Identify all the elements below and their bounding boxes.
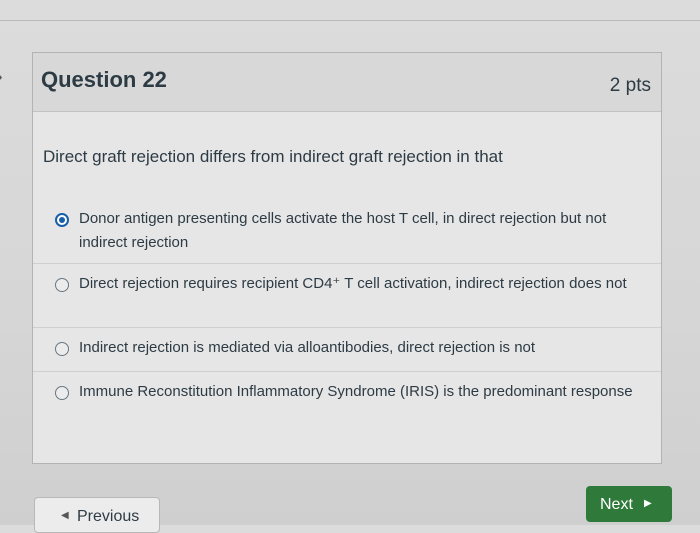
- answer-list: Donor antigen presenting cells activate …: [33, 199, 661, 449]
- answer-option-3[interactable]: Indirect rejection is mediated via alloa…: [33, 327, 661, 371]
- answer-label: Donor antigen presenting cells activate …: [79, 210, 607, 251]
- radio-icon[interactable]: [55, 386, 69, 400]
- next-button[interactable]: Next ▶: [586, 486, 672, 522]
- answer-label: Direct rejection requires recipient CD4⁺…: [79, 275, 627, 292]
- answer-label: Indirect rejection is mediated via alloa…: [79, 339, 536, 356]
- previous-label: Previous: [77, 508, 140, 525]
- next-label: Next: [600, 496, 633, 513]
- answer-option-1[interactable]: Donor antigen presenting cells activate …: [33, 199, 661, 263]
- answer-label: Immune Reconstitution Inflammatory Syndr…: [79, 383, 633, 400]
- triangle-right-icon: ▶: [644, 498, 652, 509]
- radio-selected-icon[interactable]: [55, 213, 69, 227]
- answer-option-4[interactable]: Immune Reconstitution Inflammatory Syndr…: [33, 371, 661, 449]
- chevron-right-icon: ›: [0, 66, 3, 89]
- answer-option-2[interactable]: Direct rejection requires recipient CD4⁺…: [33, 263, 661, 327]
- radio-icon[interactable]: [55, 278, 69, 292]
- question-header: Question 22 2 pts: [33, 53, 661, 112]
- question-title: Question 22: [41, 67, 167, 92]
- previous-button[interactable]: ◀ Previous: [34, 497, 160, 533]
- radio-icon[interactable]: [55, 342, 69, 356]
- top-divider: [0, 20, 700, 21]
- question-points: 2 pts: [609, 75, 651, 96]
- question-text: Direct graft rejection differs from indi…: [43, 147, 503, 166]
- question-card: Question 22 2 pts Direct graft rejection…: [32, 52, 662, 464]
- triangle-left-icon: ◀: [61, 510, 69, 521]
